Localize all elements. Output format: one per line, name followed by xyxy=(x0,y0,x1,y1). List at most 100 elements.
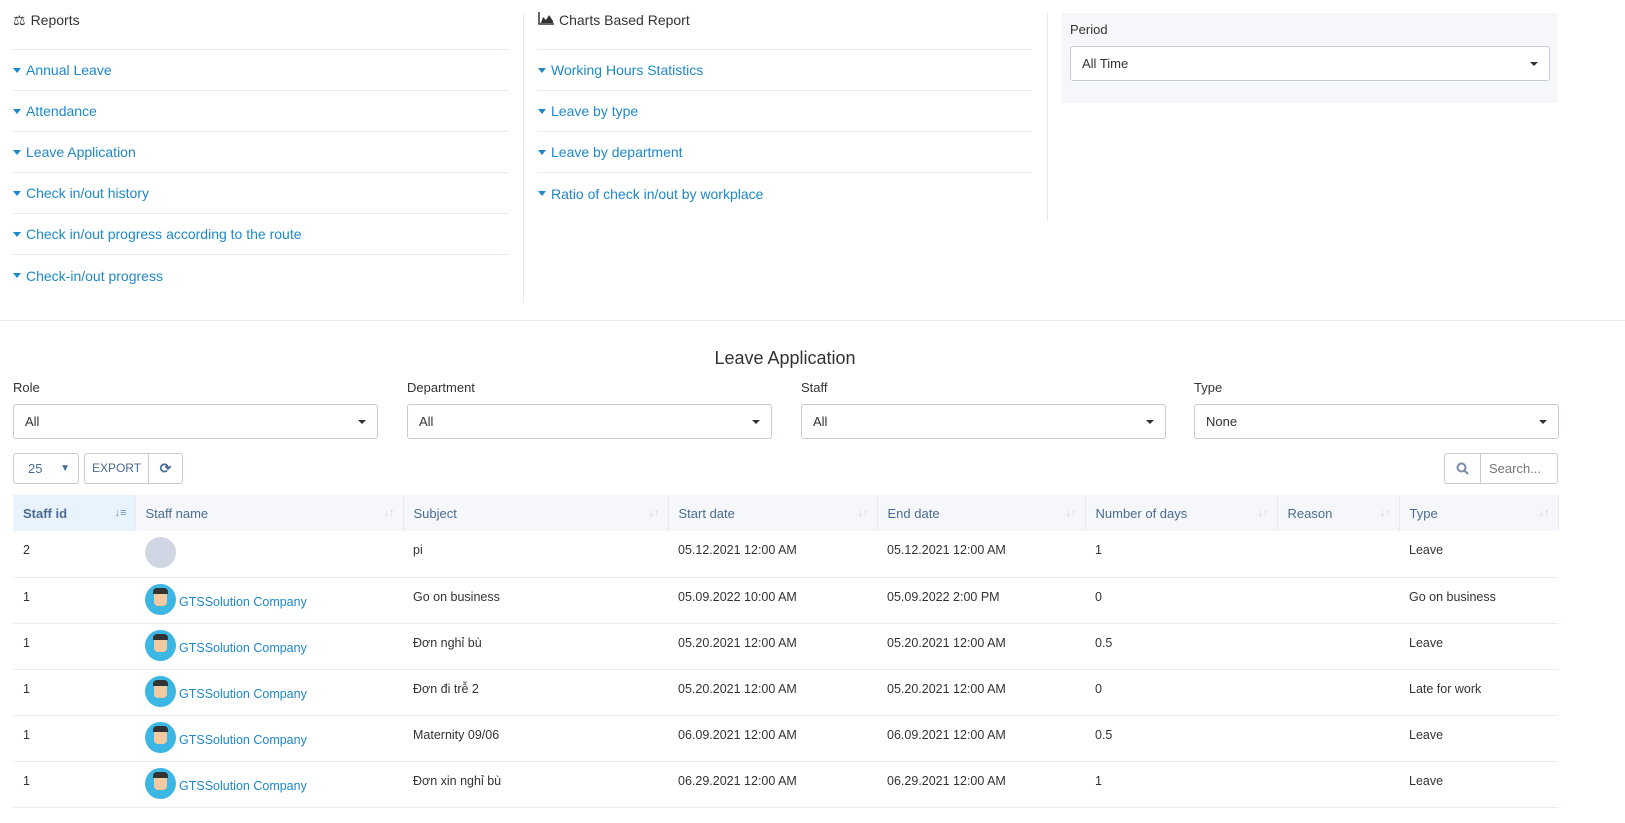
report-link-label: Check in/out history xyxy=(26,185,149,201)
column-header-label: Subject xyxy=(413,505,457,521)
report-link-attendance[interactable]: Attendance xyxy=(13,91,508,132)
export-group: EXPORT ⟳ xyxy=(84,453,183,484)
report-link-check-in-out-progress-according-to-the-route[interactable]: Check in/out progress according to the r… xyxy=(13,214,508,255)
table-row[interactable]: 1 GTSSolution Company Đơn nghỉ bù 05.20.202… xyxy=(13,623,1558,670)
reports-title: Reports xyxy=(30,12,80,28)
type-select[interactable]: None xyxy=(1194,404,1559,439)
cell-type: Leave xyxy=(1399,761,1558,808)
staff-name-link[interactable]: GTSSolution Company xyxy=(179,640,307,654)
report-link-check-in-out-progress[interactable]: Check-in/out progress xyxy=(13,255,508,296)
page-size-select[interactable]: 25 ▼ xyxy=(13,453,79,484)
report-link-label: Leave by department xyxy=(551,144,683,160)
table-row[interactable]: 1 GTSSolution Company Maternity 09/06 06.09… xyxy=(13,715,1558,762)
period-select[interactable]: All Time xyxy=(1070,46,1550,81)
reports-column: ⚖ Reports Annual Leave Attendance Leave Ap… xyxy=(13,0,508,296)
table-row[interactable]: 2 pi 05.12.2021 12:00 AM 05.12.2021 12:00 A… xyxy=(13,531,1558,578)
avatar xyxy=(145,721,176,753)
column-header-label: Reason xyxy=(1287,505,1333,521)
period-panel: Period All Time xyxy=(1062,13,1558,103)
avatar xyxy=(145,537,176,568)
cell-end: 05.12.2021 12:00 AM xyxy=(877,531,1085,578)
period-value: All Time xyxy=(1082,56,1129,71)
column-header-start-date[interactable]: Start date ↓↑ xyxy=(668,495,878,531)
caret-down-icon xyxy=(1146,419,1154,424)
cell-type: Go on business xyxy=(1399,577,1558,624)
search-group xyxy=(1444,453,1558,484)
column-header-staff-name[interactable]: Staff name ↓↑ xyxy=(135,495,404,531)
table-row[interactable]: 1 GTSSolution Company Đơn đi trễ 2 05.20.20… xyxy=(13,669,1558,716)
column-header-end-date[interactable]: End date ↓↑ xyxy=(877,495,1086,531)
report-link-check-in-out-history[interactable]: Check in/out history xyxy=(13,173,508,214)
column-header-staff-id[interactable]: Staff id ↓≡ xyxy=(13,495,136,531)
cell-start: 05.20.2021 12:00 AM xyxy=(668,669,877,716)
cell-end: 05.09.2022 2:00 PM xyxy=(877,577,1085,624)
column-header-type[interactable]: Type ↓↑ xyxy=(1399,495,1559,531)
column-header-reason[interactable]: Reason ↓↑ xyxy=(1277,495,1400,531)
cell-reason xyxy=(1277,715,1399,762)
report-link-ratio-of-check-in-out-by-workplace[interactable]: Ratio of check in/out by workplace xyxy=(538,173,1031,214)
staff-name-link[interactable]: GTSSolution Company xyxy=(179,732,307,746)
caret-down-icon xyxy=(752,419,760,424)
cell-name: GTSSolution Company xyxy=(135,623,403,670)
cell-reason xyxy=(1277,669,1399,716)
report-link-label: Check-in/out progress xyxy=(26,267,163,284)
cell-reason xyxy=(1277,577,1399,624)
cell-subject: Đơn đi trễ 2 xyxy=(403,669,668,716)
refresh-icon[interactable]: ⟳ xyxy=(149,460,182,477)
cell-name xyxy=(135,531,403,578)
role-select[interactable]: All xyxy=(13,404,378,439)
avatar xyxy=(145,675,176,707)
cell-subject: Maternity 09/06 xyxy=(403,715,668,762)
filter-staff: Staff All xyxy=(801,380,1166,439)
filter-department: Department All xyxy=(407,380,772,439)
column-header-label: Staff id xyxy=(23,505,68,521)
sort-icon: ↓↑ xyxy=(1065,507,1077,519)
report-link-working-hours-statistics[interactable]: Working Hours Statistics xyxy=(538,50,1031,91)
department-select[interactable]: All xyxy=(407,404,772,439)
column-header-subject[interactable]: Subject ↓↑ xyxy=(403,495,669,531)
report-link-leave-by-department[interactable]: Leave by department xyxy=(538,132,1031,173)
filter-label: Role xyxy=(13,380,40,395)
filter-type: Type None xyxy=(1194,380,1559,439)
sort-icon: ↓↑ xyxy=(648,507,660,519)
cell-id: 1 xyxy=(13,623,135,670)
search-icon[interactable] xyxy=(1445,454,1481,483)
cell-start: 05.12.2021 12:00 AM xyxy=(668,531,877,578)
charts-column: Charts Based Report Working Hours Statis… xyxy=(538,0,1031,214)
cell-name: GTSSolution Company xyxy=(135,669,403,716)
staff-select[interactable]: All xyxy=(801,404,1166,439)
staff-name-link[interactable]: GTSSolution Company xyxy=(179,778,307,792)
leave-table: Staff id ↓≡ Staff name ↓↑ Subject ↓↑ Start dat… xyxy=(13,495,1559,808)
export-button[interactable]: EXPORT xyxy=(85,454,149,483)
report-link-leave-by-type[interactable]: Leave by type xyxy=(538,91,1031,132)
staff-name-link[interactable]: GTSSolution Company xyxy=(179,686,307,700)
caret-down-icon xyxy=(13,190,21,196)
column-header-number-of-days[interactable]: Number of days ↓↑ xyxy=(1085,495,1278,531)
caret-down-icon xyxy=(358,419,366,424)
cell-subject: Đơn nghỉ bù xyxy=(403,623,668,670)
report-link-label: Leave by type xyxy=(551,103,639,119)
scale-icon: ⚖ xyxy=(13,12,26,28)
caret-down-icon xyxy=(13,149,21,155)
column-header-label: Type xyxy=(1409,505,1438,521)
cell-days: 0 xyxy=(1085,669,1277,716)
cell-end: 05.20.2021 12:00 AM xyxy=(877,623,1085,670)
cell-reason xyxy=(1277,531,1399,578)
filter-label: Department xyxy=(407,380,475,395)
report-link-label: Working Hours Statistics xyxy=(551,62,704,78)
table-row[interactable]: 1 GTSSolution Company Đơn xin nghỉ bù 06.29… xyxy=(13,761,1558,808)
cell-id: 1 xyxy=(13,669,135,716)
table-row[interactable]: 1 GTSSolution Company Go on business 05.09.… xyxy=(13,577,1558,624)
column-header-label: End date xyxy=(887,505,940,521)
cell-start: 06.09.2021 12:00 AM xyxy=(668,715,877,762)
sort-icon: ↓↑ xyxy=(1379,507,1391,519)
report-link-annual-leave[interactable]: Annual Leave xyxy=(13,50,508,91)
report-link-leave-application[interactable]: Leave Application xyxy=(13,132,508,173)
report-link-label: Attendance xyxy=(26,103,97,119)
staff-name-link[interactable]: GTSSolution Company xyxy=(179,594,307,608)
caret-down-icon xyxy=(13,67,21,73)
cell-id: 1 xyxy=(13,761,135,808)
divider xyxy=(523,13,524,303)
cell-days: 1 xyxy=(1085,761,1277,808)
search-input[interactable] xyxy=(1481,461,1557,476)
